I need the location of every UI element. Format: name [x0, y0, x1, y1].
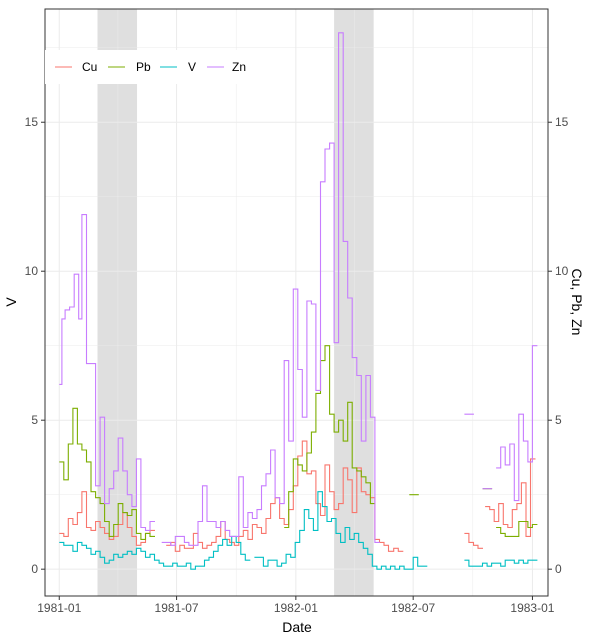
legend-label-pb: Pb [136, 60, 151, 74]
y-tick-label-left: 0 [31, 562, 38, 576]
y-tick-label-right: 15 [555, 115, 569, 129]
legend-background [45, 50, 257, 84]
shaded-period-1 [97, 9, 138, 596]
y-tick-label-left: 5 [31, 413, 38, 427]
x-tick-label: 1981-07 [155, 601, 199, 615]
y-axis-title-left: V [3, 297, 19, 307]
legend-label-cu: Cu [82, 60, 97, 74]
x-axis-title: Date [282, 619, 312, 635]
legend: Cu Pb V Zn [45, 50, 257, 84]
y-tick-label-right: 5 [555, 413, 562, 427]
legend-label-zn: Zn [232, 60, 246, 74]
y-tick-label-right: 0 [555, 562, 562, 576]
y-tick-label-right: 10 [555, 264, 569, 278]
x-tick-label: 1981-01 [37, 601, 81, 615]
y-tick-label-left: 10 [25, 264, 39, 278]
legend-label-v: V [188, 60, 196, 74]
x-tick-label: 1982-07 [391, 601, 435, 615]
x-tick-label: 1982-01 [274, 601, 318, 615]
shaded-period-2 [334, 9, 374, 596]
x-tick-label: 1983-01 [510, 601, 554, 615]
chart: 1981-01 1981-07 1982-01 1982-07 1983-01 0 0 5 5 1… [0, 0, 596, 641]
y-axis-title-right: Cu, Pb, Zn [569, 269, 585, 336]
y-tick-label-left: 15 [25, 115, 39, 129]
